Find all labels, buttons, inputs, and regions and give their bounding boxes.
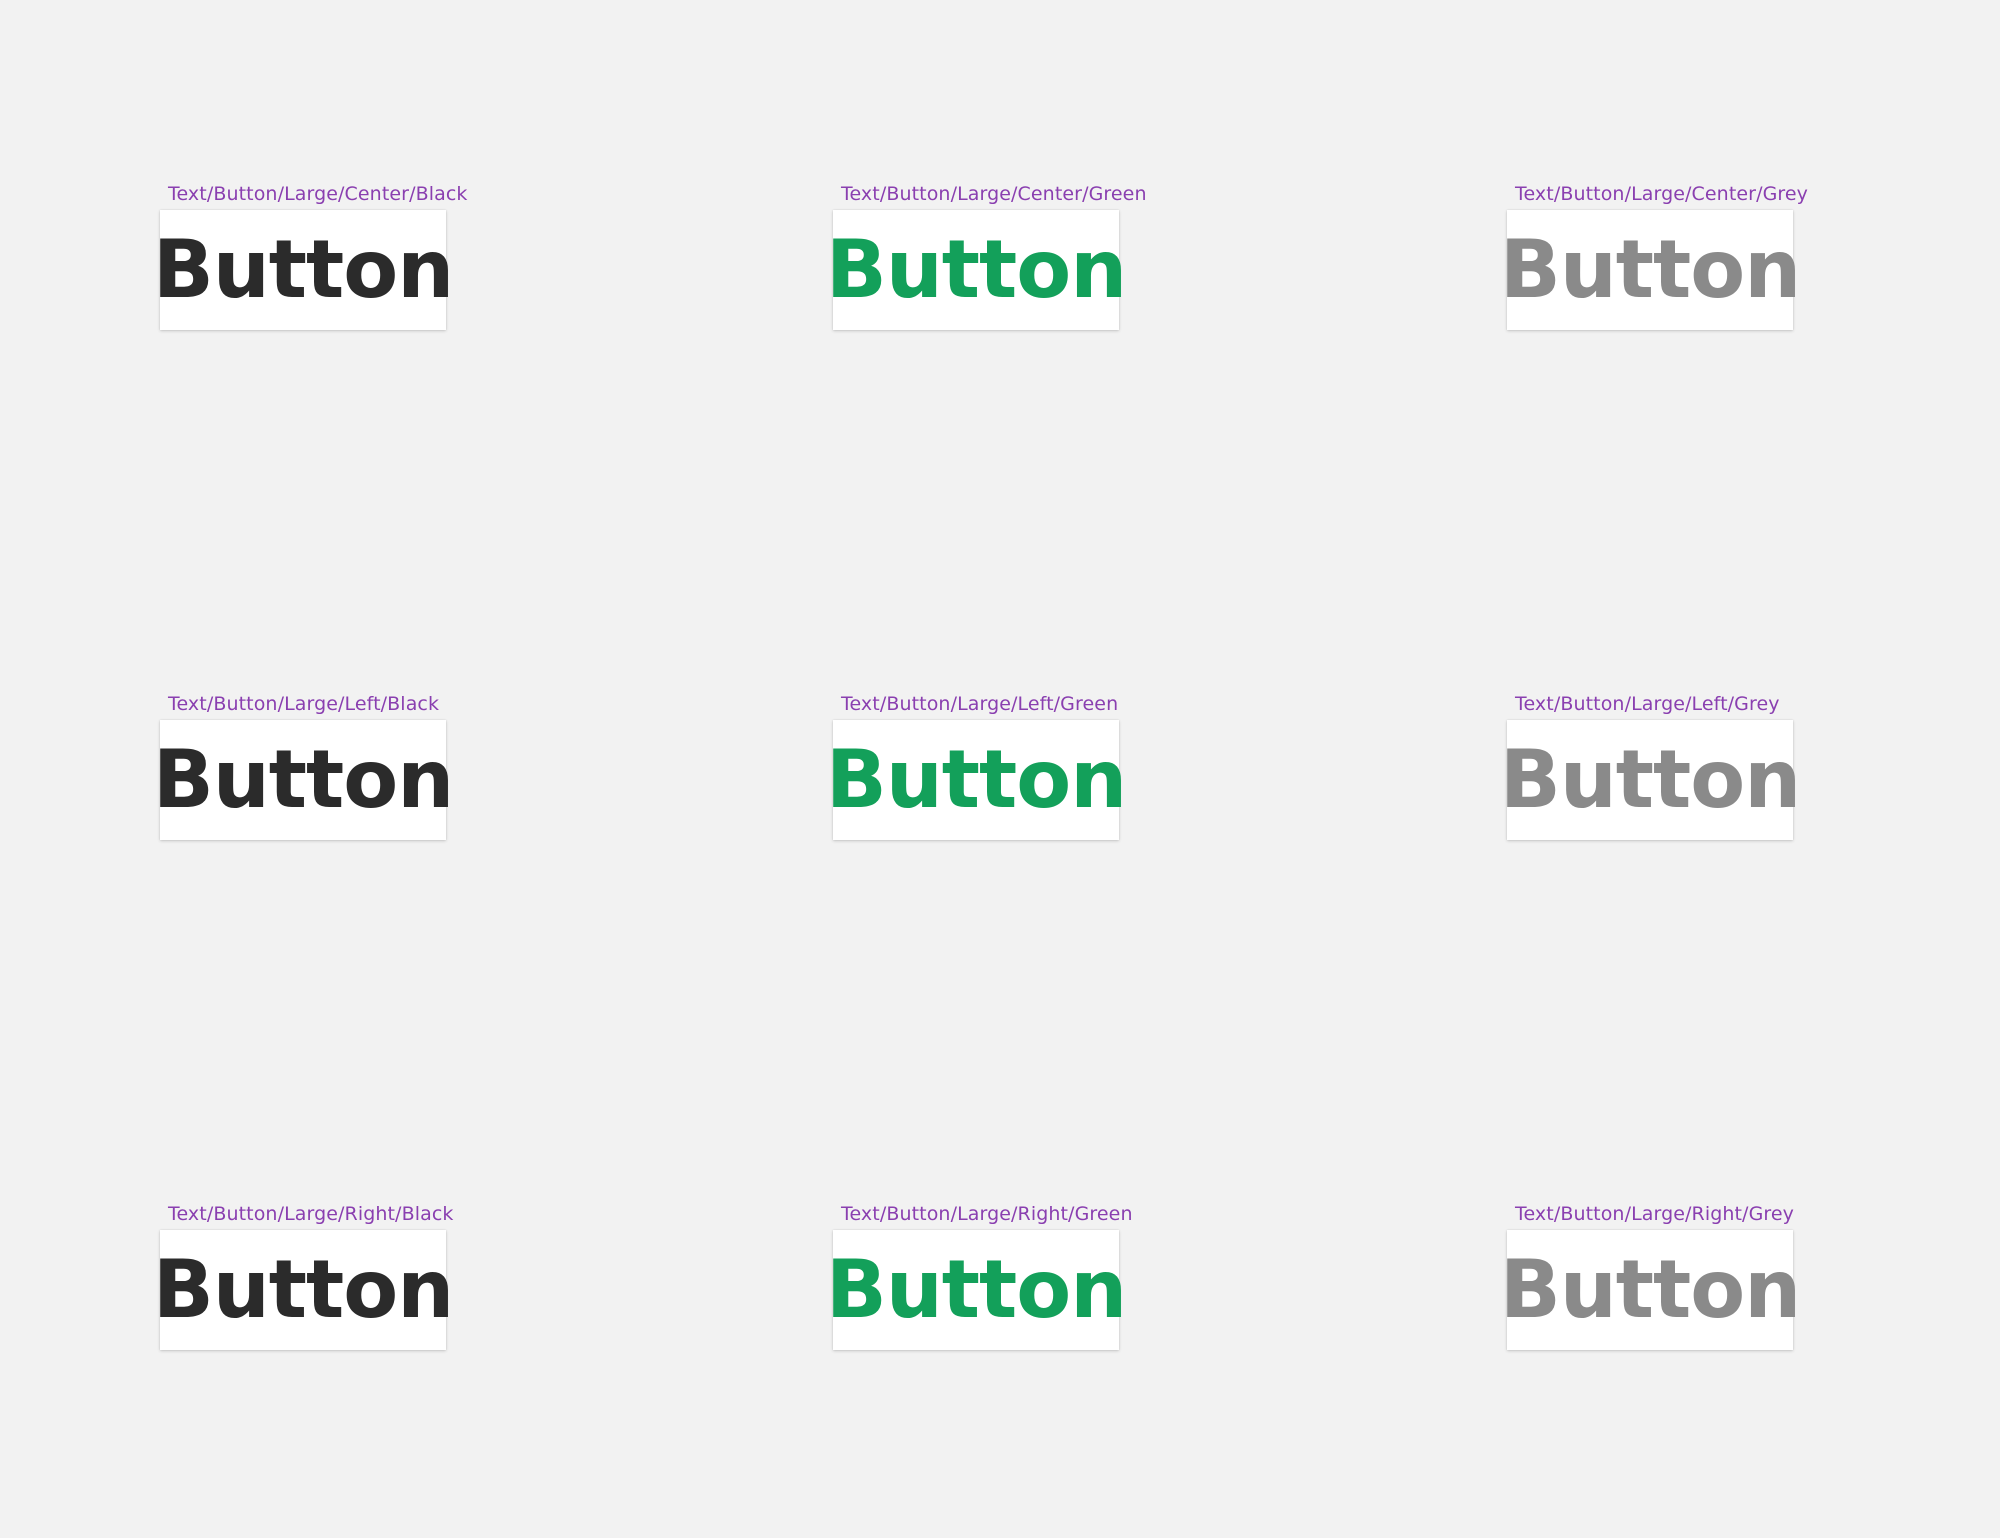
button-text: Button — [152, 733, 454, 826]
design-canvas: Text/Button/Large/Center/Black Button Te… — [0, 0, 2000, 1538]
button-text: Button — [825, 1243, 1127, 1336]
component-center-grey[interactable]: Text/Button/Large/Center/Grey Button — [1500, 182, 1907, 330]
button-text: Button — [825, 733, 1127, 826]
component-right-black[interactable]: Text/Button/Large/Right/Black Button — [153, 1202, 560, 1350]
button-frame[interactable]: Button — [153, 720, 454, 840]
component-right-grey[interactable]: Text/Button/Large/Right/Grey Button — [1500, 1202, 1907, 1350]
component-label[interactable]: Text/Button/Large/Left/Green — [841, 692, 1233, 716]
component-left-green[interactable]: Text/Button/Large/Left/Green Button — [826, 692, 1233, 840]
component-label[interactable]: Text/Button/Large/Center/Grey — [1515, 182, 1907, 206]
button-frame[interactable]: Button — [153, 210, 454, 330]
button-frame[interactable]: Button — [826, 1230, 1127, 1350]
component-label[interactable]: Text/Button/Large/Left/Grey — [1515, 692, 1907, 716]
component-center-green[interactable]: Text/Button/Large/Center/Green Button — [826, 182, 1233, 330]
button-frame[interactable]: Button — [153, 1230, 454, 1350]
component-left-grey[interactable]: Text/Button/Large/Left/Grey Button — [1500, 692, 1907, 840]
component-label[interactable]: Text/Button/Large/Right/Grey — [1515, 1202, 1907, 1226]
button-frame[interactable]: Button — [826, 720, 1127, 840]
button-frame[interactable]: Button — [1500, 210, 1801, 330]
button-text: Button — [152, 223, 454, 316]
button-text: Button — [1499, 223, 1801, 316]
button-frame[interactable]: Button — [826, 210, 1127, 330]
button-frame[interactable]: Button — [1500, 720, 1801, 840]
button-text: Button — [825, 223, 1127, 316]
component-center-black[interactable]: Text/Button/Large/Center/Black Button — [153, 182, 560, 330]
button-text: Button — [1499, 733, 1801, 826]
component-label[interactable]: Text/Button/Large/Left/Black — [168, 692, 560, 716]
component-label[interactable]: Text/Button/Large/Right/Black — [168, 1202, 560, 1226]
button-text: Button — [152, 1243, 454, 1336]
component-label[interactable]: Text/Button/Large/Right/Green — [841, 1202, 1233, 1226]
component-right-green[interactable]: Text/Button/Large/Right/Green Button — [826, 1202, 1233, 1350]
component-label[interactable]: Text/Button/Large/Center/Black — [168, 182, 560, 206]
component-left-black[interactable]: Text/Button/Large/Left/Black Button — [153, 692, 560, 840]
component-label[interactable]: Text/Button/Large/Center/Green — [841, 182, 1233, 206]
button-frame[interactable]: Button — [1500, 1230, 1801, 1350]
button-text: Button — [1499, 1243, 1801, 1336]
